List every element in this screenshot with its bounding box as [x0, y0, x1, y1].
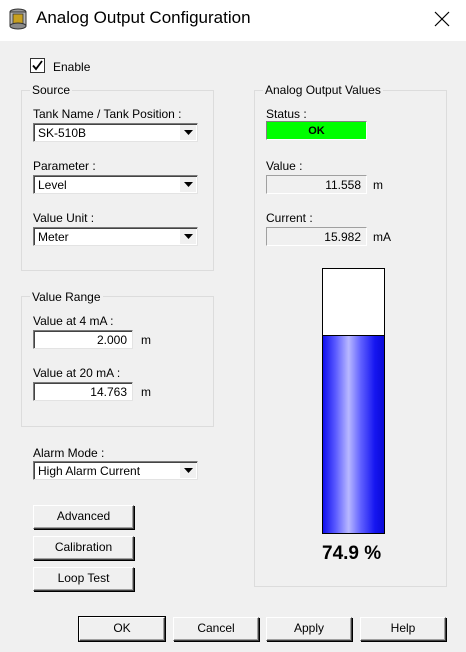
- value-unit-dropdown-button[interactable]: [179, 229, 196, 244]
- title-bar: Analog Output Configuration: [0, 0, 466, 41]
- tank-name-select[interactable]: SK-510B: [33, 123, 198, 142]
- cancel-button[interactable]: Cancel: [173, 617, 259, 641]
- close-icon: [434, 11, 450, 27]
- value-at-20ma-input[interactable]: 14.763: [33, 382, 133, 401]
- source-group-title: Source: [30, 83, 73, 97]
- chevron-down-icon: [183, 182, 193, 187]
- output-value-field: 11.558: [266, 175, 367, 194]
- window-title: Analog Output Configuration: [36, 8, 251, 27]
- output-value-unit: m: [373, 178, 383, 192]
- value-at-4ma-label: Value at 4 mA :: [33, 314, 114, 328]
- current-label: Current :: [266, 211, 313, 225]
- apply-button[interactable]: Apply: [266, 617, 352, 641]
- analog-output-group-title: Analog Output Values: [263, 83, 383, 97]
- status-label: Status :: [266, 107, 307, 121]
- value-unit-value: Meter: [38, 230, 69, 244]
- tank-icon: [9, 8, 27, 30]
- enable-label: Enable: [53, 60, 91, 74]
- parameter-value: Level: [38, 178, 67, 192]
- alarm-mode-label: Alarm Mode :: [33, 446, 105, 460]
- chevron-down-icon: [183, 234, 193, 239]
- output-current-unit: mA: [373, 230, 391, 244]
- alarm-mode-value: High Alarm Current: [38, 464, 141, 478]
- checkmark-icon: [32, 60, 43, 71]
- alarm-mode-select[interactable]: High Alarm Current: [33, 461, 198, 480]
- enable-checkbox[interactable]: [30, 58, 45, 73]
- advanced-button[interactable]: Advanced: [33, 505, 134, 529]
- parameter-select[interactable]: Level: [33, 175, 198, 194]
- output-current-field: 15.982: [266, 227, 367, 246]
- close-button[interactable]: [424, 4, 460, 34]
- value-label: Value :: [266, 159, 303, 173]
- chevron-down-icon: [183, 468, 193, 473]
- parameter-label: Parameter :: [33, 159, 96, 173]
- value-unit-select[interactable]: Meter: [33, 227, 198, 246]
- value-at-20ma-label: Value at 20 mA :: [33, 366, 121, 380]
- value-at-4ma-input[interactable]: 2.000: [33, 330, 133, 349]
- value-range-group-title: Value Range: [30, 290, 103, 304]
- level-bar-fill: [323, 335, 384, 533]
- value-unit-label: Value Unit :: [33, 211, 95, 225]
- value-at-20ma-unit: m: [141, 385, 151, 399]
- level-percent: 74.9 %: [322, 543, 382, 564]
- status-badge: OK: [266, 121, 367, 140]
- help-button[interactable]: Help: [360, 617, 446, 641]
- tank-name-value: SK-510B: [38, 126, 87, 140]
- alarm-mode-dropdown-button[interactable]: [179, 463, 196, 478]
- tank-name-label: Tank Name / Tank Position :: [33, 107, 182, 121]
- calibration-button[interactable]: Calibration: [33, 536, 134, 560]
- ok-button[interactable]: OK: [78, 616, 166, 642]
- chevron-down-icon: [183, 130, 193, 135]
- parameter-dropdown-button[interactable]: [179, 177, 196, 192]
- level-bar: [322, 268, 385, 534]
- loop-test-button[interactable]: Loop Test: [33, 567, 134, 591]
- tank-name-dropdown-button[interactable]: [179, 125, 196, 140]
- value-at-4ma-unit: m: [141, 333, 151, 347]
